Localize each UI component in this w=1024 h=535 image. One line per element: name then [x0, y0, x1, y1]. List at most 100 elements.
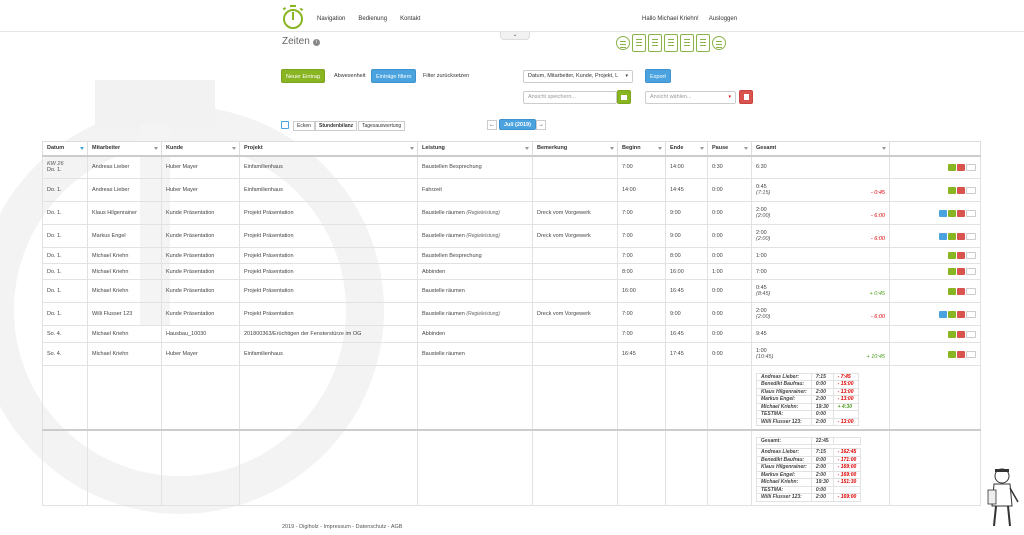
- export-button[interactable]: Export: [645, 69, 671, 83]
- table-row[interactable]: Do. 1. Michael Kriehn Kunde Präsentation Pr…: [42, 263, 981, 280]
- table-row[interactable]: Do. 1. Willi Flusser 123 Kunde Präsentatio…: [42, 302, 981, 326]
- cell-date: Do. 1.: [42, 201, 88, 225]
- save-view-input[interactable]: Ansicht speichern...: [523, 91, 617, 104]
- cell-project: Einfamilienhaus: [239, 178, 418, 202]
- edit-icon[interactable]: [948, 287, 956, 295]
- select-checkbox[interactable]: [966, 163, 976, 171]
- document-check-icon[interactable]: [664, 34, 678, 52]
- cell-client: Kunde Präsentation: [161, 302, 240, 326]
- summary-row: Andreas Lieber: 7:15- 7:45: [756, 372, 859, 381]
- table-row[interactable]: KW 26 Do. 1. Andreas Lieber Huber Mayer Einf…: [42, 155, 981, 179]
- header-beginn[interactable]: Beginn: [617, 141, 666, 157]
- nav-link-kontakt[interactable]: Kontakt: [400, 16, 420, 22]
- cell-date: KW 26 Do. 1.: [42, 155, 88, 179]
- new-entry-button[interactable]: Neuer Eintrag: [281, 69, 325, 83]
- header-projekt[interactable]: Projekt: [239, 141, 418, 157]
- copy-icon[interactable]: [939, 232, 947, 240]
- toggle-stundenbilanz[interactable]: Stundenbilanz: [315, 121, 358, 131]
- select-checkbox[interactable]: [966, 350, 976, 358]
- cell-pause: 0:00: [707, 224, 752, 248]
- delete-icon[interactable]: [957, 209, 965, 217]
- table-row[interactable]: So. 4. Michael Kriehn Hausbau_10030 2018003…: [42, 325, 981, 343]
- reset-filter-button[interactable]: Filter zurücksetzen: [419, 69, 473, 83]
- list-icon[interactable]: [680, 34, 694, 52]
- nav-link-navigation[interactable]: Navigation: [317, 16, 345, 22]
- delete-view-icon[interactable]: [739, 90, 753, 104]
- select-checkbox[interactable]: [966, 287, 976, 295]
- next-month-button[interactable]: →: [536, 120, 546, 130]
- toggle-tagesauswertung[interactable]: Tagesauswertung: [358, 121, 406, 131]
- header-mitarbeiter[interactable]: Mitarbeiter: [87, 141, 162, 157]
- cell-remark: Dreck vom Vorgewerk: [532, 302, 618, 326]
- delete-icon[interactable]: [957, 310, 965, 318]
- edit-icon[interactable]: [948, 310, 956, 318]
- delete-icon[interactable]: [957, 163, 965, 171]
- sort-icon: [610, 147, 614, 150]
- document-add-icon[interactable]: [632, 34, 646, 52]
- header-leistung[interactable]: Leistung: [417, 141, 533, 157]
- table-row[interactable]: Do. 1. Michael Kriehn Kunde Präsentation Pr…: [42, 247, 981, 264]
- edit-icon[interactable]: [948, 209, 956, 217]
- select-checkbox[interactable]: [966, 252, 976, 259]
- table-row[interactable]: Do. 1. Andreas Lieber Huber Mayer Einfamili…: [42, 178, 981, 202]
- cell-project: 201800363/Erüchtigen der Fensterstürze i…: [239, 325, 418, 343]
- delete-icon[interactable]: [957, 330, 965, 338]
- cell-service: Baustelle räumen: [417, 342, 533, 366]
- header-datum[interactable]: Datum: [42, 141, 88, 157]
- table-row[interactable]: Do. 1. Markus Engel Kunde Präsentation Proj…: [42, 224, 981, 248]
- select-all-checkbox[interactable]: [281, 121, 289, 129]
- select-checkbox[interactable]: [966, 330, 976, 338]
- select-checkbox[interactable]: [966, 268, 976, 275]
- cell-employee: Michael Kriehn: [87, 342, 162, 366]
- view-select[interactable]: Ansicht wählen... ▾: [645, 91, 736, 104]
- save-icon[interactable]: [617, 90, 631, 104]
- pie-chart-icon[interactable]: [616, 36, 630, 50]
- copy-icon[interactable]: [939, 209, 947, 217]
- copy-icon[interactable]: [939, 310, 947, 318]
- table-row[interactable]: Do. 1. Michael Kriehn Kunde Präsentation Pr…: [42, 279, 981, 303]
- edit-icon[interactable]: [948, 330, 956, 338]
- info-icon[interactable]: i: [312, 39, 320, 46]
- absence-button[interactable]: Abwesenheit: [330, 69, 370, 83]
- header-kunde[interactable]: Kunde: [161, 141, 240, 157]
- edit-icon[interactable]: [948, 350, 956, 358]
- month-label[interactable]: Juli (2019): [499, 119, 536, 130]
- delete-icon[interactable]: [957, 186, 965, 194]
- filter-entries-button[interactable]: Einträge filtern: [371, 69, 417, 83]
- header-gesamt[interactable]: Gesamt: [751, 141, 890, 157]
- select-checkbox[interactable]: [966, 310, 976, 318]
- edit-icon[interactable]: [948, 163, 956, 171]
- select-checkbox[interactable]: [966, 232, 976, 240]
- delete-icon[interactable]: [957, 350, 965, 358]
- delete-icon[interactable]: [957, 252, 965, 259]
- prev-month-button[interactable]: ←: [487, 120, 497, 130]
- table-header-row: Datum Mitarbeiter Kunde Projekt Leistung…: [42, 141, 981, 157]
- select-checkbox[interactable]: [966, 186, 976, 194]
- select-checkbox[interactable]: [966, 209, 976, 217]
- nav-link-bedienung[interactable]: Bedienung: [358, 16, 387, 22]
- edit-icon[interactable]: [948, 268, 956, 275]
- delete-icon[interactable]: [957, 232, 965, 240]
- table-row[interactable]: Do. 1. Klaus Hilgenrainer Kunde Präsentati…: [42, 201, 981, 225]
- empty-cell: [617, 429, 666, 506]
- header-bemerkung[interactable]: Bemerkung: [532, 141, 618, 157]
- logout-link[interactable]: Ausloggen: [709, 16, 737, 22]
- collapse-tab[interactable]: ⌄: [500, 32, 530, 40]
- cell-remark: [532, 279, 618, 303]
- edit-icon[interactable]: [948, 186, 956, 194]
- header-pause[interactable]: Pause: [707, 141, 752, 157]
- header-ende[interactable]: Ende: [665, 141, 708, 157]
- edit-icon[interactable]: [948, 232, 956, 240]
- cell-end: 8:00: [665, 247, 708, 264]
- cell-start: 7:00: [617, 247, 666, 264]
- columns-select[interactable]: Datum, Mitarbeiter, Kunde, Projekt, L ▾: [523, 70, 633, 83]
- table-row[interactable]: So. 4. Michael Kriehn Huber Mayer Einfamili…: [42, 342, 981, 366]
- toggle-ecken[interactable]: Ecken: [293, 121, 315, 131]
- delete-icon[interactable]: [957, 287, 965, 295]
- logo-icon[interactable]: [281, 4, 305, 30]
- edit-icon[interactable]: [948, 252, 956, 259]
- document-icon[interactable]: [648, 34, 662, 52]
- delete-icon[interactable]: [957, 268, 965, 275]
- settings-icon[interactable]: [712, 36, 726, 50]
- calculator-icon[interactable]: [696, 34, 710, 52]
